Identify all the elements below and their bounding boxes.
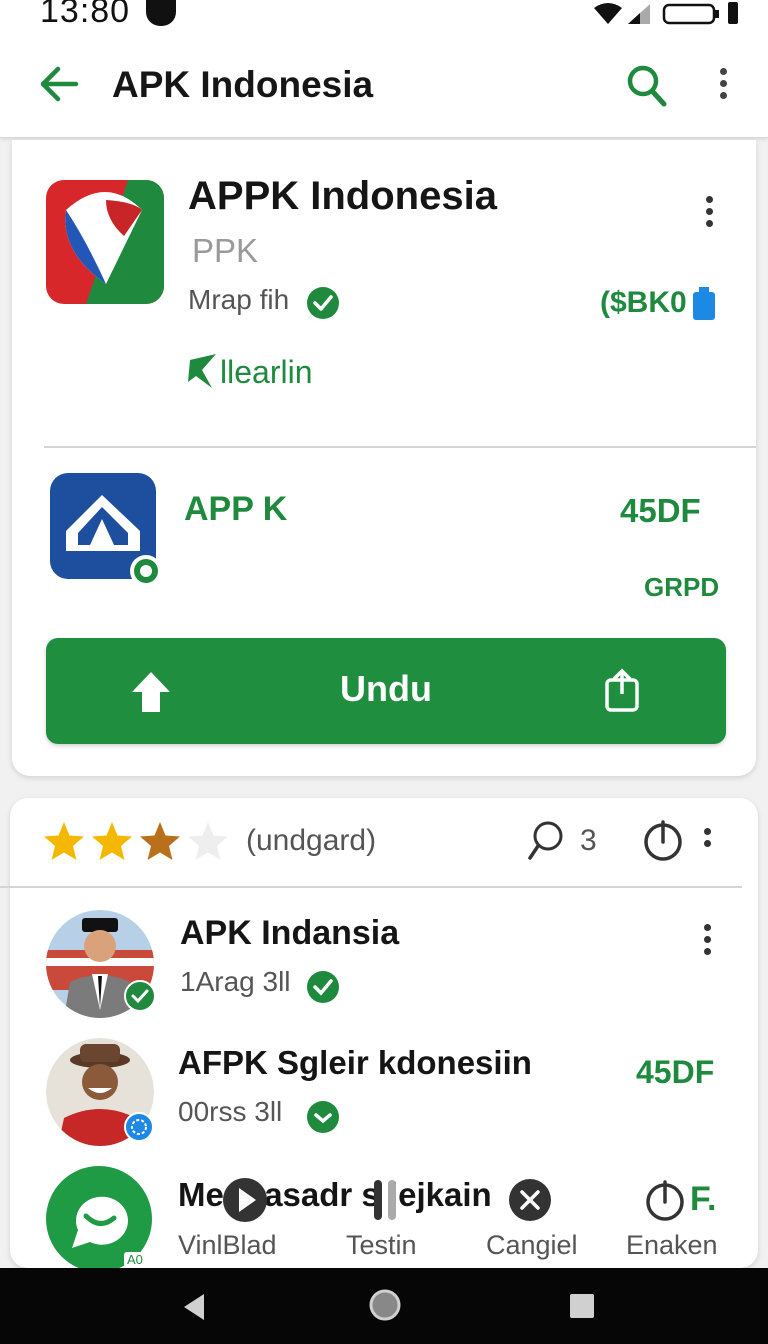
app-overflow-icon[interactable]: [706, 196, 714, 232]
leaf-star-icon: [188, 354, 216, 388]
list-item-title: AFPK Sgleir kdonesiin: [178, 1044, 532, 1081]
app-logo-icon: [46, 180, 164, 304]
close-icon[interactable]: [508, 1178, 552, 1222]
home-nav-icon[interactable]: [368, 1288, 402, 1322]
recents-nav-icon[interactable]: [568, 1292, 596, 1320]
notification-icon: [146, 0, 176, 26]
app-bar: APK Indonesia: [0, 36, 768, 138]
storage-icon: [693, 287, 715, 320]
install-button[interactable]: Undu: [46, 638, 726, 744]
verified-icon: [307, 1101, 339, 1133]
rating-label: (undgard): [246, 824, 377, 857]
list-item-badge: A0: [124, 1252, 146, 1267]
rating-stars: [44, 822, 228, 860]
list-item-subtitle: 1Arag 3ll: [180, 966, 291, 997]
action-label[interactable]: Cangiel: [486, 1230, 578, 1261]
action-label[interactable]: VinlBlad: [178, 1230, 277, 1261]
verified-badge-icon: [124, 980, 156, 1012]
list-item-right: F.: [690, 1180, 717, 1218]
list-item-title: APK Indansia: [180, 914, 400, 952]
divider: [44, 446, 756, 448]
globe-badge-icon: [124, 1112, 154, 1142]
back-nav-icon[interactable]: [180, 1292, 208, 1322]
search-reviews-icon[interactable]: [526, 820, 570, 862]
divider: [0, 886, 742, 888]
action-label[interactable]: Enaken: [626, 1230, 718, 1261]
app-tag: llearlin: [220, 354, 313, 390]
developer-name[interactable]: Mrap fih: [188, 284, 289, 316]
status-icons: [594, 2, 738, 25]
pause-icon[interactable]: [368, 1176, 402, 1224]
status-bar: 13:80: [0, 0, 768, 36]
status-time: 13:80: [40, 0, 131, 30]
back-arrow-icon[interactable]: [38, 64, 80, 104]
app-name: APPK Indonesia: [188, 174, 497, 218]
share-icon: [605, 668, 639, 712]
battery-icon: [662, 3, 716, 25]
page-title: APK Indonesia: [112, 64, 374, 105]
play-icon[interactable]: [222, 1176, 268, 1224]
list-item-subtitle: 00rss 3ll: [178, 1096, 283, 1127]
verified-icon: [307, 287, 339, 319]
overflow-menu-icon[interactable]: [720, 68, 728, 104]
verified-icon: [307, 971, 339, 1003]
list-item-overflow-icon[interactable]: [704, 924, 712, 960]
system-nav-bar: [0, 1268, 768, 1344]
search-count: 3: [580, 824, 597, 857]
action-label[interactable]: Testin: [346, 1230, 417, 1261]
power-icon[interactable]: [644, 1178, 686, 1222]
wifi-icon: [594, 3, 622, 24]
list-item-right: 45DF: [636, 1054, 715, 1090]
secondary-app-icon: [50, 473, 162, 587]
secondary-app-sub: GRPD: [644, 572, 720, 602]
secondary-app-name: APP K: [184, 490, 288, 528]
power-icon[interactable]: [642, 818, 684, 862]
reviews-overflow-icon[interactable]: [704, 828, 712, 852]
secondary-app-value: 45DF: [620, 492, 701, 529]
search-icon[interactable]: [626, 64, 668, 108]
app-price: ($BK0: [600, 286, 687, 319]
app-subtitle: PPK: [192, 232, 259, 269]
